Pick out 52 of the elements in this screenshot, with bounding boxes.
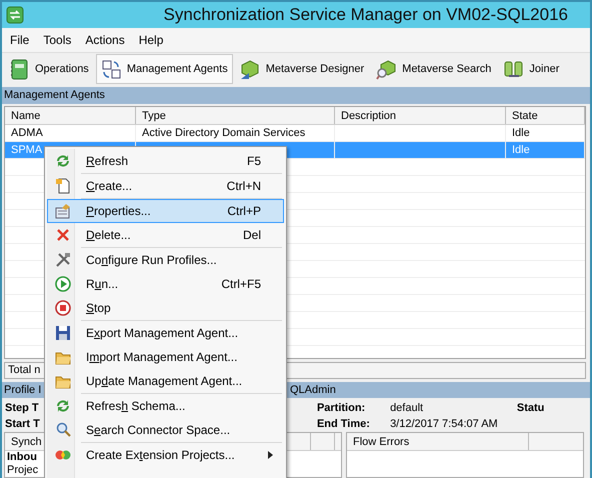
detail-label: End Time: (316, 417, 370, 432)
menu-item[interactable]: Tools (37, 30, 78, 50)
menu-item[interactable]: File (4, 30, 36, 50)
detail-value: 3/12/2017 7:54:07 AM (390, 417, 498, 432)
toolbar-button[interactable]: Joiner (498, 54, 564, 84)
menu-item[interactable]: Refresh Schema... (47, 394, 284, 418)
joiner-icon (503, 58, 524, 80)
column-header[interactable]: Type (136, 106, 335, 124)
menu-item[interactable]: Help (132, 30, 170, 50)
column-header[interactable]: Name (5, 106, 136, 124)
new-document-icon (54, 177, 72, 195)
toolbar-button[interactable]: Management Agents (96, 54, 233, 84)
detail-label: Start T (5, 417, 40, 432)
play-icon (54, 275, 72, 293)
notebook-icon (9, 58, 30, 80)
table-cell: Idle (512, 144, 530, 156)
table-cell: Active Directory Domain Services (142, 126, 306, 139)
table-cell: Idle (512, 126, 530, 139)
detail-label: Statu (516, 401, 544, 416)
menu-item[interactable]: Export Management Agent... (47, 321, 284, 345)
menu-item[interactable]: Create Extension Projects... (47, 443, 284, 467)
cube-search-icon (376, 58, 398, 80)
menu-item[interactable]: Properties... Ctrl+P (47, 199, 284, 223)
cube-icon (240, 58, 261, 80)
agents-icon (100, 58, 122, 80)
menu-item[interactable]: Run... Ctrl+F5 (47, 272, 284, 296)
window-title: Synchronization Service Manager on VM02-SQL2016 (162, 4, 569, 26)
properties-icon (54, 202, 72, 220)
menu-item[interactable]: Search Connector Space... (47, 418, 284, 442)
toolbar-button[interactable]: Operations (4, 54, 94, 84)
tools-icon (54, 251, 72, 269)
search-icon (54, 421, 72, 439)
grid-cell-text: Inbou (6, 451, 37, 464)
menu-item[interactable]: Delete... Del (47, 223, 284, 247)
toolbar-button[interactable]: Metaverse Designer (234, 54, 370, 84)
menu-item[interactable]: Actions (79, 30, 131, 50)
panel-title: Management Agents (2, 86, 590, 104)
app-icon (6, 6, 24, 24)
column-header[interactable]: State (506, 106, 585, 124)
toolbar-button[interactable]: Metaverse Search (371, 54, 496, 84)
detail-value: default (390, 401, 424, 416)
stop-icon (54, 299, 72, 317)
table-cell: SPMA (11, 144, 42, 156)
column-header[interactable]: Description (335, 106, 506, 124)
detail-label: Step T (5, 401, 39, 416)
detail-label: Partition: (316, 401, 366, 416)
table-cell: ADMA (11, 126, 43, 139)
profile-user: QLAdmin (290, 383, 336, 398)
menu-item[interactable]: Stop (47, 296, 284, 320)
grid-cell-text: Projec (6, 464, 38, 477)
menu-item[interactable]: Create... Ctrl+N (47, 174, 284, 198)
menu-item[interactable]: Configure Run Profiles... (47, 248, 284, 272)
